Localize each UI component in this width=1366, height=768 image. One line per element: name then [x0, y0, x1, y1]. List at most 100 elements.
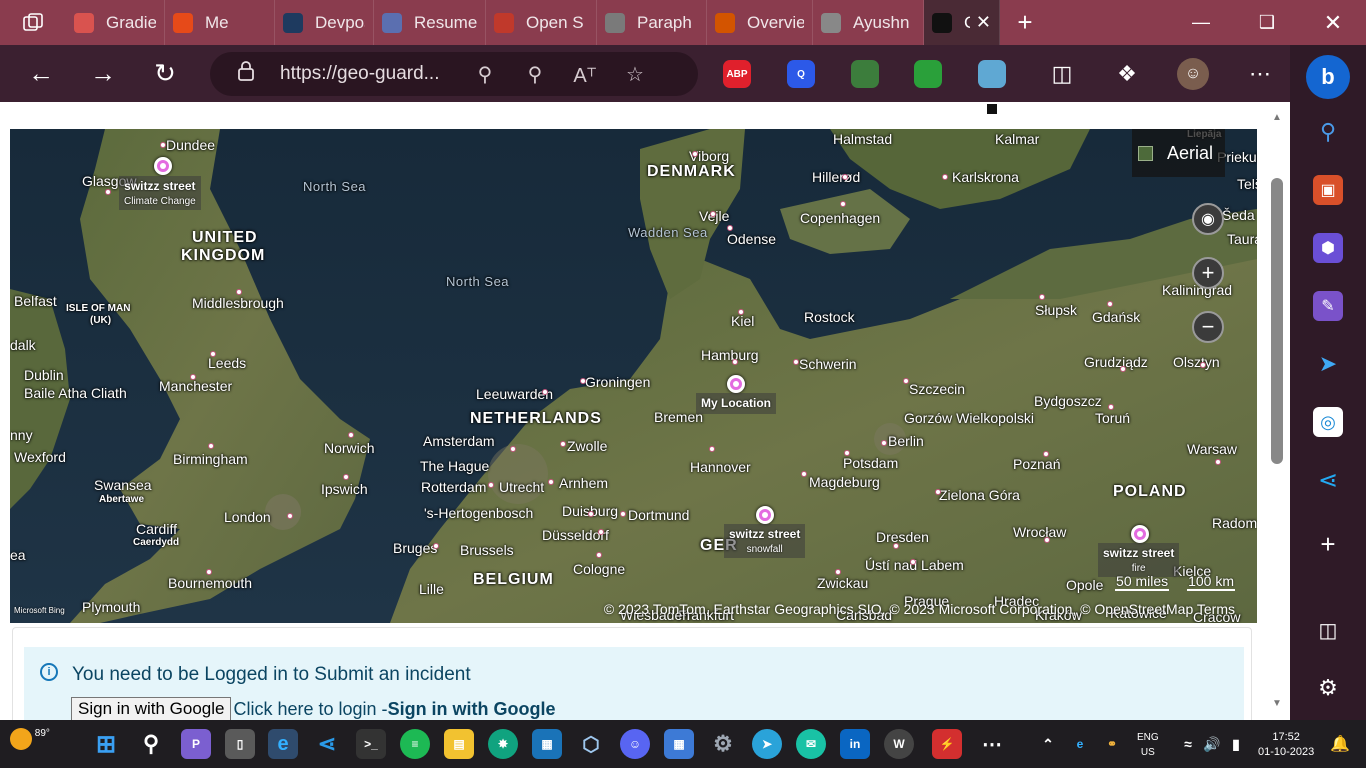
- address-bar[interactable]: https://geo-guard... ⚲ ⚲ A⸆ ☆: [210, 52, 698, 96]
- city-marker: [710, 211, 716, 217]
- trello-icon[interactable]: ▦: [532, 729, 562, 759]
- designer-icon[interactable]: ✎: [1313, 291, 1343, 321]
- map-place-label: Bydgoszcz: [1034, 393, 1102, 409]
- pin-label[interactable]: switzz street snowfall: [724, 524, 806, 558]
- map-place-label: Gorzów Wielkopolski: [904, 410, 1034, 426]
- search-icon[interactable]: ⚲: [1313, 117, 1343, 147]
- weather-widget[interactable]: 89°: [10, 728, 50, 750]
- browser-tab[interactable]: Resume: [374, 0, 486, 45]
- adblock-icon[interactable]: ABP: [723, 60, 751, 88]
- forward-button[interactable]: →: [72, 45, 134, 102]
- close-tab-icon[interactable]: ✕: [970, 12, 991, 33]
- sign-in-google-button[interactable]: Sign in with Google: [71, 697, 232, 720]
- flash-app-icon[interactable]: ⚡: [932, 729, 962, 759]
- bing-chat-icon[interactable]: b: [1306, 55, 1350, 99]
- browser-tab[interactable]: Devpos: [275, 0, 374, 45]
- map-place-label: Leeuwarden: [476, 386, 554, 402]
- add-sidebar-app-icon[interactable]: +: [1313, 529, 1343, 559]
- read-aloud-icon[interactable]: A⸆: [560, 61, 610, 88]
- scroll-thumb[interactable]: [1271, 178, 1283, 464]
- workspaces-icon[interactable]: [0, 0, 66, 45]
- browser-tab[interactable]: Paraph: [597, 0, 707, 45]
- wps-icon[interactable]: W: [884, 729, 914, 759]
- android-extension-icon[interactable]: [914, 60, 942, 88]
- copilot-pre-icon[interactable]: P: [181, 729, 211, 759]
- discord-icon[interactable]: ☺: [620, 729, 650, 759]
- tools-icon[interactable]: ▣: [1313, 175, 1343, 205]
- map-place-label: Dresden: [876, 529, 929, 545]
- zoom-icon[interactable]: ⚲: [510, 62, 560, 87]
- settings-icon[interactable]: ⚙: [1313, 673, 1343, 703]
- new-tab-button[interactable]: +: [1000, 0, 1050, 45]
- browser-tab[interactable]: Ayushn: [813, 0, 924, 45]
- browser-tab[interactable]: Me: [165, 0, 275, 45]
- q-extension-icon[interactable]: Q: [787, 60, 815, 88]
- lock-icon[interactable]: [236, 60, 262, 88]
- overflow-apps-icon[interactable]: ⋯: [977, 729, 1007, 759]
- vscode-icon[interactable]: ⋖: [1313, 465, 1343, 495]
- file-explorer-icon[interactable]: ▤: [444, 729, 474, 759]
- language-indicator[interactable]: ENG US: [1137, 730, 1159, 760]
- react-devtools-icon[interactable]: [978, 60, 1006, 88]
- profile-avatar[interactable]: ☺: [1177, 58, 1209, 90]
- app-icon[interactable]: ◎: [1313, 407, 1343, 437]
- linkedin-icon[interactable]: in: [840, 729, 870, 759]
- favorite-star-icon[interactable]: ☆: [610, 62, 660, 87]
- telegram-taskbar-icon[interactable]: ➤: [752, 729, 782, 759]
- browser-tab[interactable]: Cre✕: [924, 0, 1000, 45]
- store-icon[interactable]: ▦: [664, 729, 694, 759]
- my-location-pin[interactable]: [727, 375, 745, 393]
- tray-edge-icon[interactable]: e: [1065, 729, 1095, 759]
- start-menu-icon[interactable]: ⊞: [91, 729, 121, 759]
- vscode-taskbar-icon[interactable]: ⋖: [312, 729, 342, 759]
- browser-tab[interactable]: Overvie: [707, 0, 813, 45]
- mail-icon[interactable]: ✉: [796, 729, 826, 759]
- pin-label[interactable]: switzz street Climate Change: [119, 176, 201, 210]
- pin-label[interactable]: switzz street fire: [1098, 543, 1180, 577]
- telegram-icon[interactable]: ➤: [1313, 349, 1343, 379]
- scroll-down-arrow[interactable]: ▼: [1272, 698, 1282, 709]
- zoom-out-button[interactable]: −: [1192, 311, 1224, 343]
- incident-pin[interactable]: [756, 506, 774, 524]
- browser-tab[interactable]: Gradien: [66, 0, 165, 45]
- split-screen-icon[interactable]: ◫: [1046, 58, 1078, 90]
- incident-pin[interactable]: [154, 157, 172, 175]
- tray-chevron-icon[interactable]: ⌃: [1033, 729, 1063, 759]
- battery-icon[interactable]: ▮: [1221, 729, 1251, 759]
- sign-in-google-link[interactable]: Sign in with Google: [388, 699, 556, 720]
- taskbar-search-icon[interactable]: ⚲: [136, 729, 166, 759]
- locate-me-button[interactable]: ◉: [1192, 203, 1224, 235]
- settings-taskbar-icon[interactable]: ⚙: [708, 729, 738, 759]
- task-view-icon[interactable]: ▯: [225, 729, 255, 759]
- map-view[interactable]: UNITED KINGDOM DENMARK NETHERLANDS BELGIUM PO…: [10, 129, 1257, 623]
- url-text[interactable]: https://geo-guard...: [280, 63, 460, 85]
- map-attribution[interactable]: © 2023 TomTom, Earthstar Geographics SIO…: [604, 601, 1235, 617]
- location-icon[interactable]: ⚲: [460, 62, 510, 87]
- login-link-text[interactable]: Click here to login -: [233, 699, 387, 720]
- zoom-in-button[interactable]: +: [1192, 257, 1224, 289]
- more-menu-icon[interactable]: ⋯: [1244, 58, 1276, 90]
- edge-taskbar-icon[interactable]: e: [268, 729, 298, 759]
- notification-bell-icon[interactable]: 🔔: [1325, 729, 1355, 759]
- back-button[interactable]: ←: [10, 45, 72, 102]
- browser-tab[interactable]: Open S: [486, 0, 597, 45]
- virtualbox-icon[interactable]: ⬡: [576, 729, 606, 759]
- maximize-button[interactable]: ❑: [1234, 0, 1300, 45]
- copilot-icon[interactable]: ⬢: [1313, 233, 1343, 263]
- shop-extension-icon[interactable]: [851, 60, 879, 88]
- system-clock[interactable]: 17:52 01-10-2023: [1258, 730, 1314, 760]
- scroll-up-arrow[interactable]: ▲: [1272, 112, 1282, 123]
- page-scrollbar[interactable]: ▲ ▼: [1268, 102, 1288, 720]
- spotify-icon[interactable]: ≡: [400, 729, 430, 759]
- microphone-icon[interactable]: ⚭: [1097, 729, 1127, 759]
- chatgpt-icon[interactable]: ✸: [488, 729, 518, 759]
- refresh-button[interactable]: ↻: [134, 45, 196, 102]
- pin-label[interactable]: My Location: [696, 393, 777, 414]
- terminal-icon[interactable]: >_: [356, 729, 386, 759]
- collections-icon[interactable]: ❖: [1111, 58, 1143, 90]
- incident-pin[interactable]: [1131, 525, 1149, 543]
- map-style-toggle[interactable]: Aerial: [1132, 129, 1225, 177]
- minimize-button[interactable]: —: [1168, 0, 1234, 45]
- hide-sidebar-icon[interactable]: ◫: [1313, 615, 1343, 645]
- close-window-button[interactable]: ✕: [1300, 0, 1366, 45]
